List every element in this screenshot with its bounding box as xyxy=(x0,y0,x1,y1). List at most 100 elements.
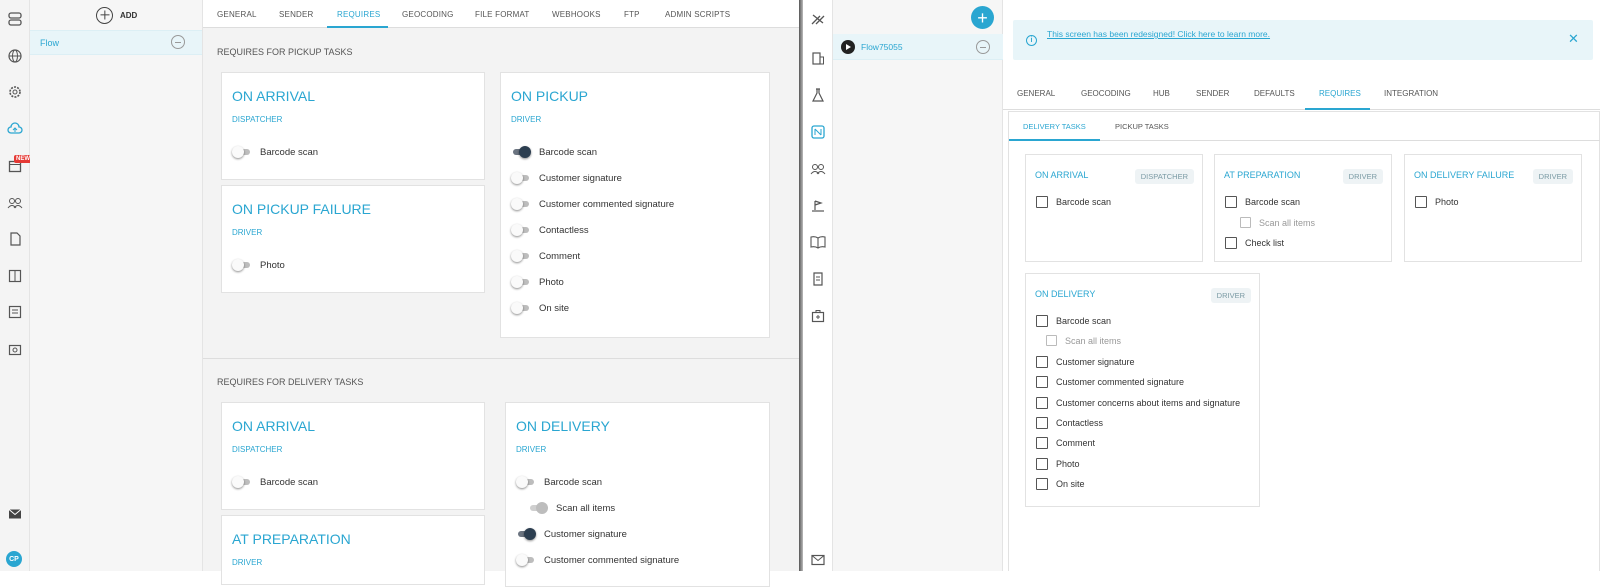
building-icon[interactable] xyxy=(808,48,828,68)
toggle-switch[interactable] xyxy=(511,302,531,314)
checkbox[interactable] xyxy=(1036,376,1048,389)
checkbox[interactable] xyxy=(1036,478,1048,491)
flow-list-item[interactable]: Flow75055 xyxy=(833,34,1003,60)
list-icon[interactable] xyxy=(5,302,25,322)
checkbox-row[interactable]: Barcode scan xyxy=(1036,196,1111,208)
toggle-switch[interactable] xyxy=(232,259,252,271)
gear-icon[interactable] xyxy=(5,82,25,102)
card-role: DRIVER xyxy=(232,228,263,237)
checkbox-row[interactable]: Customer concerns about items and signat… xyxy=(1036,396,1240,409)
toggle-switch[interactable] xyxy=(516,554,536,566)
users-icon[interactable] xyxy=(808,159,828,179)
close-icon[interactable]: ✕ xyxy=(1568,31,1579,47)
checkbox-row[interactable]: Barcode scan xyxy=(1225,196,1300,208)
toggle-switch[interactable] xyxy=(232,476,252,488)
toggle-switch[interactable] xyxy=(516,528,536,540)
tab-requires[interactable]: REQUIRES xyxy=(337,10,380,19)
toggle-row[interactable]: Customer signature xyxy=(516,528,627,540)
flag-icon[interactable] xyxy=(808,196,828,216)
receipt-icon[interactable] xyxy=(808,269,828,289)
tab-general[interactable]: GENERAL xyxy=(217,10,257,19)
tab-sender[interactable]: SENDER xyxy=(279,10,314,19)
toggle-row[interactable]: Barcode scan xyxy=(516,476,602,488)
route-icon[interactable] xyxy=(808,122,828,142)
avatar[interactable]: CP xyxy=(6,551,22,567)
checkbox[interactable] xyxy=(1225,196,1237,208)
tab-requires[interactable]: REQUIRES xyxy=(1319,89,1361,98)
toggle-switch[interactable] xyxy=(232,146,252,158)
remove-circle-icon[interactable] xyxy=(171,35,185,49)
toggle-row[interactable]: On site xyxy=(511,302,569,314)
toggle-row[interactable]: Contactless xyxy=(511,224,589,236)
camera-icon[interactable] xyxy=(5,339,25,359)
toggle-switch[interactable] xyxy=(511,276,531,288)
cloud-upload-icon[interactable] xyxy=(5,119,25,139)
delivery-at-preparation-card: AT PREPARATION DRIVER xyxy=(221,515,485,585)
document-icon[interactable] xyxy=(5,229,25,249)
tab-sender[interactable]: SENDER xyxy=(1196,89,1229,98)
toggle-row[interactable]: Barcode scan xyxy=(511,146,597,158)
checkbox[interactable] xyxy=(1036,417,1048,429)
toggle-switch[interactable] xyxy=(511,198,531,210)
layout-icon[interactable] xyxy=(5,266,25,286)
checkbox-row[interactable]: Barcode scan xyxy=(1036,315,1111,327)
checkbox[interactable] xyxy=(1036,315,1048,327)
toggle-row[interactable]: Customer commented signature xyxy=(516,554,679,566)
delivery-on-arrival-card: ON ARRIVAL DISPATCHER Barcode scan xyxy=(221,402,485,510)
mail-icon[interactable] xyxy=(5,504,25,524)
checkbox[interactable] xyxy=(1036,355,1048,368)
play-icon[interactable] xyxy=(841,40,855,54)
tools-icon[interactable] xyxy=(808,9,828,29)
checkbox[interactable] xyxy=(1225,237,1237,249)
toggle-row[interactable]: Photo xyxy=(511,276,564,288)
flow-list-item[interactable]: Flow xyxy=(30,30,202,55)
toggle-row[interactable]: Photo xyxy=(232,259,285,271)
banner-link[interactable]: This screen has been redesigned! Click h… xyxy=(1047,29,1270,39)
add-button[interactable]: ADD xyxy=(96,5,137,25)
toggle-switch[interactable] xyxy=(516,476,536,488)
toggle-row[interactable]: Comment xyxy=(511,250,580,262)
toggle-switch[interactable] xyxy=(511,224,531,236)
checkbox-row[interactable]: Customer signature xyxy=(1036,355,1135,368)
toggle-row[interactable]: Barcode scan xyxy=(232,146,318,158)
toggle-row[interactable]: Barcode scan xyxy=(232,476,318,488)
tab-integration[interactable]: INTEGRATION xyxy=(1384,89,1438,98)
checkbox[interactable] xyxy=(1036,396,1048,409)
checkbox-row[interactable]: Photo xyxy=(1036,457,1080,470)
checkbox-row[interactable]: On site xyxy=(1036,478,1085,491)
first-aid-icon[interactable] xyxy=(808,306,828,326)
toggle-switch[interactable] xyxy=(511,172,531,184)
checkbox[interactable] xyxy=(1036,457,1048,470)
toggle-row[interactable]: Customer commented signature xyxy=(511,198,674,210)
globe-icon[interactable] xyxy=(5,46,25,66)
checkbox[interactable] xyxy=(1036,437,1048,450)
checkbox-row[interactable]: Comment xyxy=(1036,437,1095,450)
tab-admin-scripts[interactable]: ADMIN SCRIPTS xyxy=(665,10,730,19)
flask-icon[interactable] xyxy=(808,85,828,105)
tab-file-format[interactable]: FILE FORMAT xyxy=(475,10,530,19)
checkbox-row[interactable]: Photo xyxy=(1415,196,1459,208)
checkbox-row[interactable]: Contactless xyxy=(1036,417,1103,429)
toggle-switch[interactable] xyxy=(511,250,531,262)
tab-geocoding[interactable]: GEOCODING xyxy=(1081,89,1131,98)
subtab-delivery-tasks[interactable]: DELIVERY TASKS xyxy=(1023,122,1086,131)
checkbox-row[interactable]: Check list xyxy=(1225,237,1284,249)
tab-webhooks[interactable]: WEBHOOKS xyxy=(552,10,601,19)
add-flow-button[interactable]: + xyxy=(971,6,994,29)
users-icon[interactable] xyxy=(5,193,25,213)
tab-ftp[interactable]: FTP xyxy=(624,10,640,19)
remove-circle-icon[interactable] xyxy=(976,40,990,54)
checkbox[interactable] xyxy=(1036,196,1048,208)
subtab-pickup-tasks[interactable]: PICKUP TASKS xyxy=(1115,122,1169,131)
tab-general[interactable]: GENERAL xyxy=(1017,89,1055,98)
tab-hub[interactable]: HUB xyxy=(1153,89,1170,98)
dashboard-icon[interactable] xyxy=(5,9,25,29)
book-icon[interactable] xyxy=(808,232,828,252)
tab-defaults[interactable]: DEFAULTS xyxy=(1254,89,1295,98)
checkbox[interactable] xyxy=(1415,196,1427,208)
checkbox-row[interactable]: Customer commented signature xyxy=(1036,376,1184,389)
toggle-switch[interactable] xyxy=(511,146,531,158)
tab-geocoding[interactable]: GEOCODING xyxy=(402,10,454,19)
mail-icon[interactable] xyxy=(808,550,828,570)
toggle-row[interactable]: Customer signature xyxy=(511,172,622,184)
